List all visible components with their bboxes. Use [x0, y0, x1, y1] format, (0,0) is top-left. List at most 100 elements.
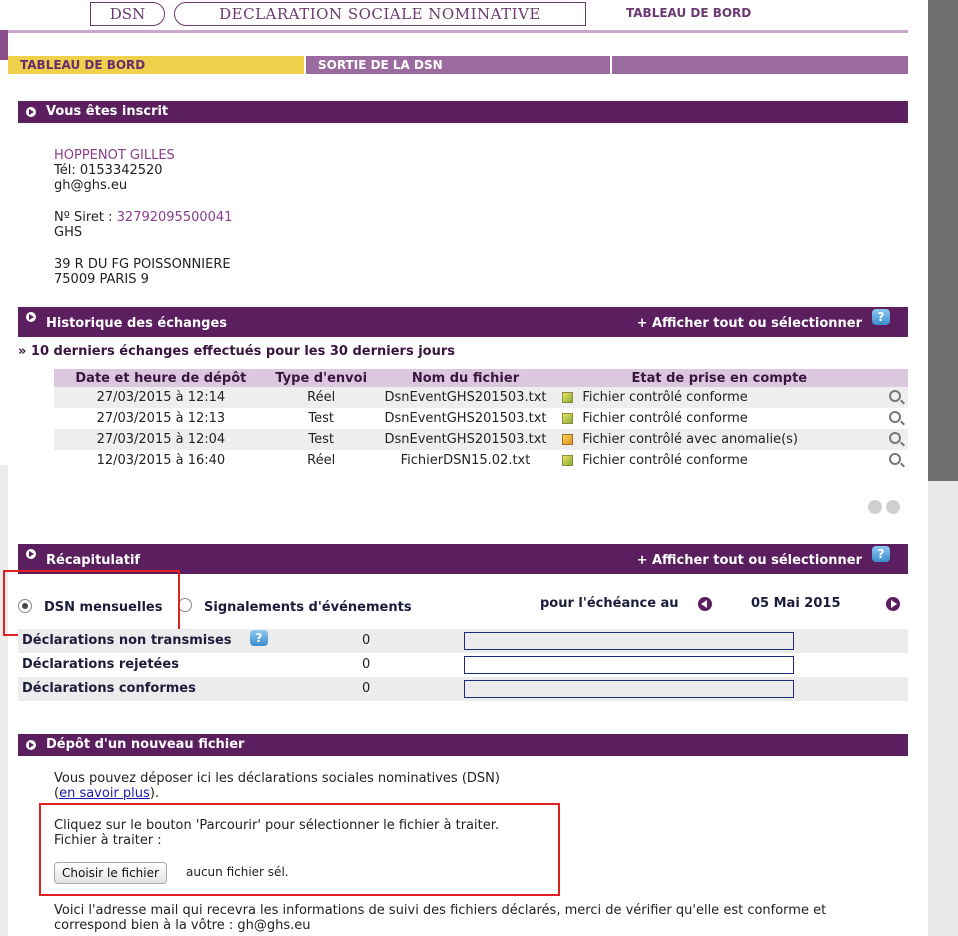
app-header: DSN DECLARATION SOCIALE NOMINATIVE TABLE… [90, 0, 928, 30]
mail-info-line-1: Voici l'adresse mail qui recevra les inf… [54, 903, 827, 918]
choose-file-button[interactable]: Choisir le fichier [54, 862, 167, 884]
cell-etat: Fichier contrôlé conforme [556, 408, 883, 429]
section-historique-header[interactable]: Historique des échanges + Afficher tout … [18, 307, 908, 337]
depot-instruction: Cliquez sur le bouton 'Parcourir' pour s… [54, 818, 500, 833]
nav-tab-sortie-dsn[interactable]: SORTIE DE LA DSN [306, 56, 610, 74]
recap-progress-bar [464, 656, 794, 674]
section-title: Vous êtes inscrit [46, 104, 169, 119]
magnifier-icon[interactable] [889, 410, 902, 423]
show-all-link[interactable]: + Afficher tout ou sélectionner [637, 544, 862, 578]
cell-file: DsnEventGHS201503.txt [374, 429, 557, 450]
recap-label: Déclarations conformes [22, 681, 196, 696]
recap-label: Déclarations rejetées [22, 657, 179, 672]
cell-etat: Fichier contrôlé avec anomalie(s) [556, 429, 883, 450]
left-grey-area [0, 465, 8, 936]
status-ok-icon [562, 392, 574, 403]
siret-line: Nº Siret : 32792095500041 [54, 210, 232, 225]
cell-type: Réel [267, 387, 375, 408]
section-title: Dépôt d'un nouveau fichier [46, 737, 245, 752]
section-inscrit-header[interactable]: Vous êtes inscrit [18, 101, 908, 123]
section-bullet-icon [26, 740, 36, 750]
help-icon[interactable]: ? [250, 630, 268, 646]
radio-signalements[interactable] [178, 598, 192, 612]
recap-row: Déclarations non transmises ? 0 [18, 629, 908, 653]
etat-text: Fichier contrôlé avec anomalie(s) [582, 432, 799, 447]
show-all-link[interactable]: + Afficher tout ou sélectionner [637, 307, 862, 341]
help-icon[interactable]: ? [872, 309, 890, 325]
col-header-actions [882, 369, 908, 387]
scrollbar-thumb[interactable] [928, 0, 958, 481]
cell-date: 27/03/2015 à 12:13 [54, 408, 268, 429]
prev-echeance-icon[interactable] [698, 597, 712, 611]
paren-close: ). [149, 786, 160, 801]
scrollbar[interactable] [928, 0, 958, 936]
etat-text: Fichier contrôlé conforme [582, 411, 748, 426]
header-divider [8, 30, 908, 33]
cell-type: Réel [267, 450, 375, 471]
cell-actions [882, 408, 908, 429]
no-file-text: aucun fichier sél. [186, 865, 289, 879]
user-phone: Tél: 0153342520 [54, 163, 163, 178]
recap-progress-bar [464, 680, 794, 698]
col-header-etat[interactable]: Etat de prise en compte [556, 369, 883, 387]
mail-info-line-2: correspond bien à la vôtre : gh@ghs.eu [54, 918, 311, 933]
nav-separator [610, 56, 612, 74]
cell-date: 27/03/2015 à 12:04 [54, 429, 268, 450]
user-name: HOPPENOT GILLES [54, 148, 175, 163]
status-ok-icon [562, 413, 574, 424]
radio-label-signalements[interactable]: Signalements d'événements [204, 600, 412, 615]
main-nav: TABLEAU DE BORD SORTIE DE LA DSN [8, 56, 908, 74]
left-frame-strip [0, 0, 8, 936]
cell-etat: Fichier contrôlé conforme [556, 387, 883, 408]
learn-more-link[interactable]: en savoir plus [59, 786, 150, 801]
recap-row: Déclarations rejetées 0 [18, 653, 908, 677]
dsn-tab[interactable]: DSN [90, 2, 165, 26]
recap-value: 0 [362, 657, 371, 672]
col-header-file[interactable]: Nom du fichier [374, 369, 557, 387]
siret-value: 32792095500041 [116, 210, 233, 225]
section-bullet-icon [26, 549, 36, 559]
nav-tab-tableau-de-bord[interactable]: TABLEAU DE BORD [8, 56, 304, 74]
cell-type: Test [267, 408, 375, 429]
etat-text: Fichier contrôlé conforme [582, 390, 748, 405]
pager-prev-icon[interactable] [868, 500, 882, 514]
app-title: DECLARATION SOCIALE NOMINATIVE [174, 2, 586, 26]
cell-file: DsnEventGHS201503.txt [374, 387, 557, 408]
address-line-2: 75009 PARIS 9 [54, 272, 149, 287]
echeance-date: 05 Mai 2015 [751, 596, 841, 611]
file-label: Fichier à traiter : [54, 833, 162, 848]
magnifier-icon[interactable] [889, 452, 902, 465]
table-row: 27/03/2015 à 12:04 Test DsnEventGHS20150… [54, 429, 908, 450]
status-ok-icon [562, 455, 574, 466]
cell-actions [882, 387, 908, 408]
help-icon[interactable]: ? [872, 546, 890, 562]
cell-actions [882, 450, 908, 471]
table-row: 27/03/2015 à 12:13 Test DsnEventGHS20150… [54, 408, 908, 429]
history-table: Date et heure de dépôt Type d'envoi Nom … [54, 369, 908, 471]
recap-value: 0 [362, 681, 371, 696]
cell-date: 27/03/2015 à 12:14 [54, 387, 268, 408]
user-email: gh@ghs.eu [54, 178, 128, 193]
section-bullet-icon [26, 107, 36, 117]
magnifier-icon[interactable] [889, 431, 902, 444]
etat-text: Fichier contrôlé conforme [582, 453, 748, 468]
section-title: Historique des échanges [46, 316, 228, 331]
cell-file: DsnEventGHS201503.txt [374, 408, 557, 429]
history-subtitle: » 10 derniers échanges effectués pour le… [18, 344, 455, 359]
section-depot-header[interactable]: Dépôt d'un nouveau fichier [18, 734, 908, 756]
address-line-1: 39 R DU FG POISSONNIERE [54, 257, 231, 272]
cell-date: 12/03/2015 à 16:40 [54, 450, 268, 471]
cell-file: FichierDSN15.02.txt [374, 450, 557, 471]
section-bullet-icon [26, 312, 36, 322]
highlight-box [3, 570, 180, 636]
magnifier-icon[interactable] [889, 389, 902, 402]
recap-row: Déclarations conformes 0 [18, 677, 908, 701]
left-accent [0, 30, 8, 60]
table-row: 12/03/2015 à 16:40 Réel FichierDSN15.02.… [54, 450, 908, 471]
depot-intro: Vous pouvez déposer ici les déclarations… [54, 771, 500, 786]
scrollbar-track[interactable] [928, 481, 958, 936]
next-echeance-icon[interactable] [886, 597, 900, 611]
pager-next-icon[interactable] [886, 500, 900, 514]
col-header-type[interactable]: Type d'envoi [267, 369, 375, 387]
col-header-date[interactable]: Date et heure de dépôt [54, 369, 268, 387]
